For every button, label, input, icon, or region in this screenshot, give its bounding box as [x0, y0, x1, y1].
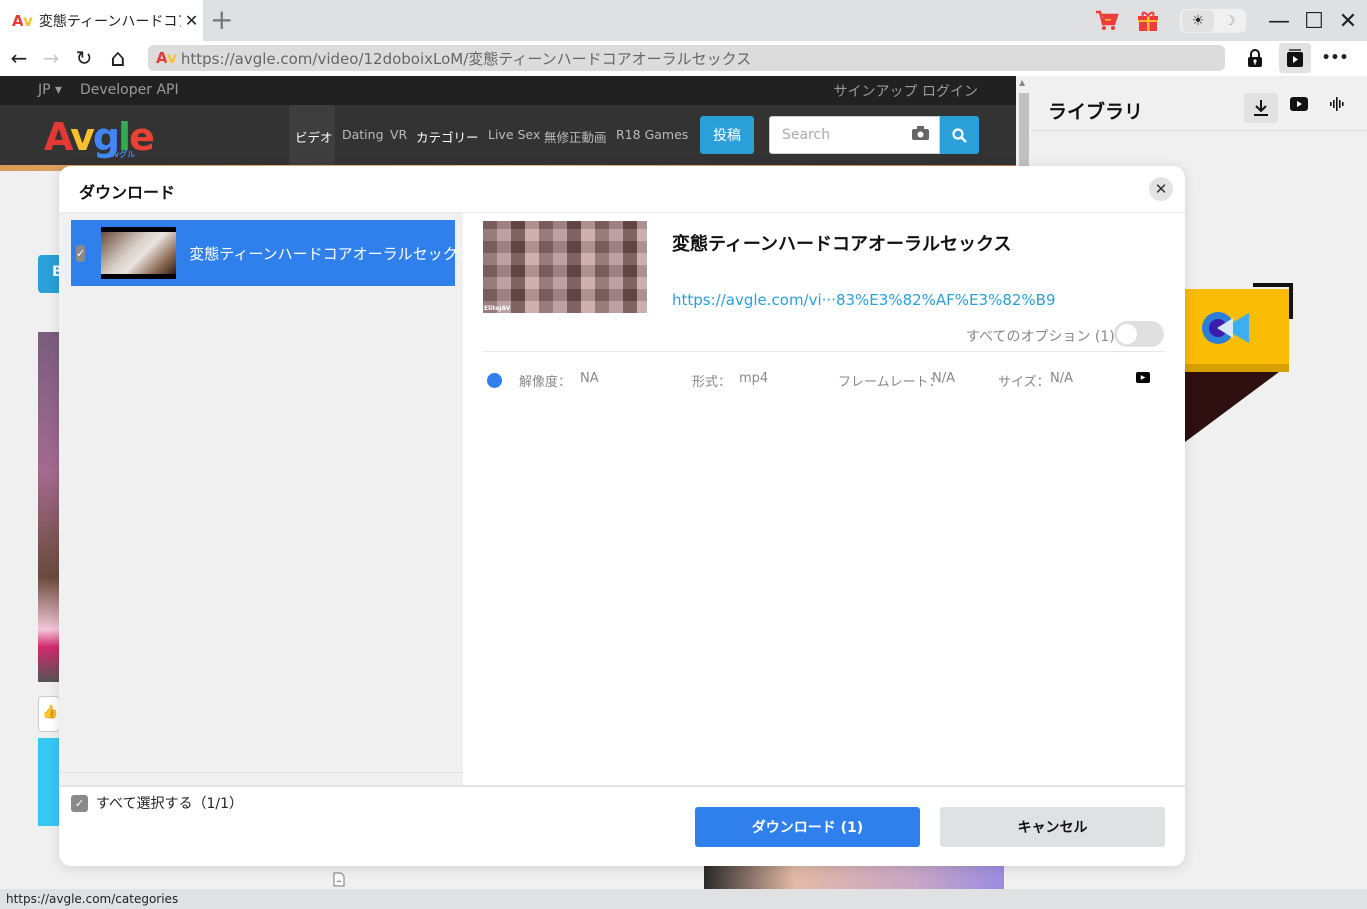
video-link[interactable]: https://avgle.com/vi···83%E3%82%AF%E3%82…	[672, 291, 1056, 309]
back-button[interactable]: ←	[6, 45, 32, 71]
divider	[59, 772, 463, 773]
download-icon	[1254, 100, 1268, 116]
close-dialog-button[interactable]: ✕	[1149, 177, 1173, 201]
site-top-strip: JP ▾ Developer API サインアップ ログイン	[0, 76, 1016, 105]
new-tab-button[interactable]: +	[210, 5, 233, 35]
download-detail-panel: EliteJAV 変態ティーンハードコアオーラルセックス https://avg…	[463, 213, 1185, 785]
library-title: ライブラリ	[1048, 101, 1144, 123]
broken-image-icon	[333, 872, 345, 891]
developer-api-link[interactable]: Developer API	[80, 82, 179, 98]
nav-uncensored[interactable]: 無修正動画	[544, 127, 607, 146]
video-thumbnail[interactable]	[38, 332, 60, 682]
close-window-button[interactable]: ✕	[1333, 7, 1363, 35]
item-checkbox[interactable]: ✓	[76, 244, 86, 262]
nav-categories[interactable]: カテゴリー	[416, 127, 479, 146]
download-dialog: ダウンロード ✕ ✓ 変態ティーンハードコアオーラルセックス ✓ すべて選択する…	[59, 166, 1185, 866]
logo-letter: A	[44, 115, 72, 159]
site-favicon: Av	[156, 49, 177, 67]
nav-r18-games[interactable]: R18 Games	[616, 127, 688, 142]
thumbnail-watermark: EliteJAV	[484, 305, 511, 312]
checkbox-icon[interactable]: ✓	[71, 794, 88, 812]
resolution-label: 解像度：	[519, 375, 572, 390]
address-bar[interactable]: Av https://avgle.com/video/12doboixLoM/変…	[148, 45, 1225, 71]
youtube-icon[interactable]	[1290, 96, 1308, 115]
promo-bracket	[1253, 283, 1293, 319]
library-download-tab[interactable]	[1244, 93, 1278, 123]
page-button[interactable]: B	[38, 255, 63, 293]
gift-icon[interactable]	[1133, 6, 1163, 36]
site-logo[interactable]: Avgle	[44, 115, 155, 159]
app-logo-icon	[1201, 308, 1255, 348]
video-thumbnail: EliteJAV	[483, 221, 647, 313]
promo-shadow	[1185, 372, 1279, 442]
url-text: https://avgle.com/video/12doboixLoM/変態ティ…	[180, 49, 752, 68]
item-title: 変態ティーンハードコアオーラルセックス	[189, 244, 473, 263]
logo-subtitle: Avグル	[108, 150, 136, 159]
ad-banner[interactable]	[38, 738, 60, 826]
camera-icon[interactable]	[912, 126, 929, 144]
download-list-item[interactable]: ✓ 変態ティーンハードコアオーラルセックス	[71, 220, 472, 286]
divider	[1031, 130, 1367, 131]
nav-vr[interactable]: VR	[390, 127, 407, 142]
search-icon	[952, 127, 967, 143]
nav-live-sex[interactable]: Live Sex	[488, 127, 540, 142]
cancel-button[interactable]: キャンセル	[940, 807, 1165, 847]
select-all-checkbox[interactable]: ✓ すべて選択する（1/1）	[71, 793, 243, 813]
moon-icon[interactable]: ☽	[1214, 14, 1246, 29]
video-thumbnail[interactable]	[704, 866, 1004, 889]
more-menu-button[interactable]: •••	[1322, 45, 1349, 71]
size-label: サイズ：	[998, 375, 1050, 390]
cart-icon[interactable]	[1092, 6, 1122, 36]
sun-icon[interactable]: ☀	[1182, 10, 1214, 32]
resolution-value: NA	[580, 371, 599, 386]
video-title: 変態ティーンハードコアオーラルセックス	[672, 234, 1012, 255]
format-value: mp4	[739, 371, 769, 386]
format-radio[interactable]	[487, 373, 502, 388]
framerate-value: N/A	[932, 371, 955, 386]
all-options-label: すべてのオプション (1)	[966, 329, 1115, 345]
post-button[interactable]: 投稿	[700, 116, 754, 154]
youtube-icon: ▶	[1136, 372, 1150, 383]
format-label: 形式：	[692, 375, 732, 390]
close-tab-icon[interactable]: ✕	[185, 11, 198, 30]
maximize-button[interactable]: ☐	[1299, 7, 1329, 35]
home-button[interactable]: ⌂	[105, 44, 131, 72]
logo-letter: v	[70, 115, 95, 159]
all-options-toggle[interactable]	[1114, 321, 1164, 347]
download-list-panel: ✓ 変態ティーンハードコアオーラルセックス ✓ すべて選択する（1/1）	[59, 213, 472, 812]
search-button[interactable]	[940, 116, 979, 154]
scroll-up-arrow-icon[interactable]: ▲	[1019, 78, 1025, 87]
minimize-button[interactable]: —	[1264, 7, 1294, 35]
like-icon[interactable]: 👍	[38, 696, 60, 732]
media-icon[interactable]	[1279, 43, 1311, 73]
signup-login-links[interactable]: サインアップ ログイン	[834, 81, 978, 101]
audio-wave-icon[interactable]	[1330, 97, 1346, 115]
download-button[interactable]: ダウンロード (1)	[695, 807, 920, 847]
language-selector[interactable]: JP ▾	[38, 82, 62, 98]
status-bar: https://avgle.com/categories	[0, 889, 1367, 909]
divider	[59, 785, 1185, 787]
browser-tab[interactable]: Av 変態ティーンハードコアオ ✕	[0, 0, 203, 41]
divider	[483, 351, 1165, 352]
tab-title: 変態ティーンハードコアオ	[38, 13, 181, 30]
theme-toggle[interactable]: ☀ ☽	[1180, 9, 1246, 33]
nav-dating[interactable]: Dating	[342, 127, 384, 142]
promo-card-edge	[1185, 364, 1289, 372]
dialog-title: ダウンロード	[79, 183, 176, 202]
select-all-label: すべて選択する（1/1）	[96, 796, 243, 812]
reload-button[interactable]: ↻	[71, 45, 97, 71]
nav-video[interactable]: ビデオ	[295, 127, 333, 146]
site-nav: Avgle Avグル ビデオ Dating VR カテゴリー Live Sex …	[0, 105, 1016, 165]
forward-button[interactable]: →	[38, 45, 64, 71]
size-value: N/A	[1050, 371, 1073, 386]
framerate-label: フレームレート：	[838, 375, 942, 390]
lock-icon[interactable]	[1242, 45, 1268, 71]
item-thumbnail	[101, 227, 177, 279]
site-favicon: Av	[12, 11, 33, 30]
